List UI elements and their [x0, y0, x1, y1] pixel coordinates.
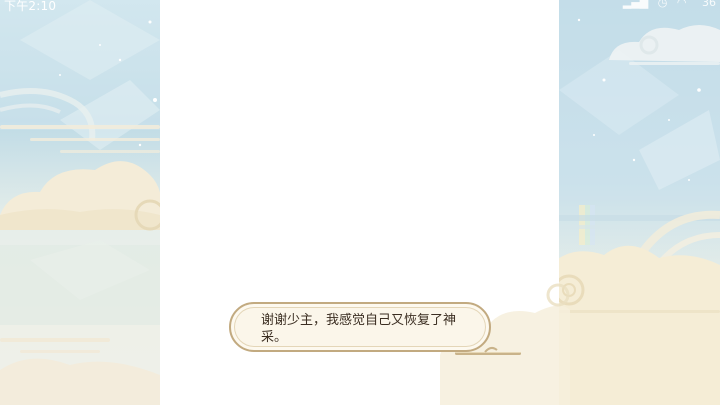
battery-level: 36 [702, 0, 716, 9]
clock-icon: ◷ [657, 0, 668, 9]
left-background-panel: 下午2:10 [0, 0, 160, 405]
signal-icon: ▂▄▆ [622, 0, 649, 9]
cloud-pattern-right [559, 0, 720, 405]
right-background-panel: ▂▄▆ ◷ ◠ 36 [559, 0, 720, 405]
cloud-pattern-left [0, 0, 160, 405]
dialog-tail-ornament [455, 346, 521, 355]
status-time: 下午2:10 [4, 0, 57, 13]
dialog-text: 谢谢少主，我感觉自己又恢复了神采。 [261, 313, 457, 345]
dialog-bubble[interactable]: 谢谢少主，我感觉自己又恢复了神采。 [229, 302, 491, 352]
wifi-icon: ◠ [676, 0, 687, 9]
battery-icon: 36 [696, 0, 716, 9]
status-icons: ▂▄▆ ◷ ◠ 36 [617, 0, 716, 9]
